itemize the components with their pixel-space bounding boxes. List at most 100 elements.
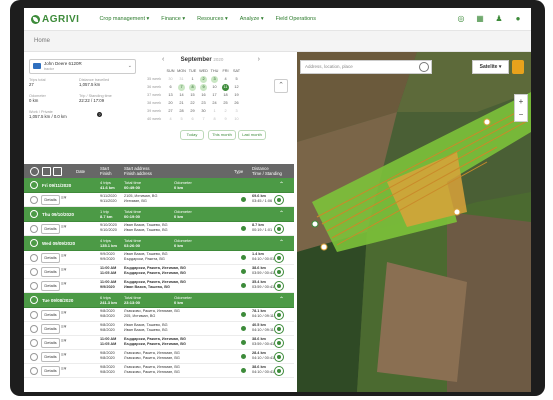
calendar-day[interactable]: 8 xyxy=(209,115,220,123)
calendar-day[interactable]: 4 xyxy=(220,75,231,83)
day-group-header[interactable]: Fri 09/11/2020 4 trips 41.6 km Total time 00… xyxy=(24,178,294,193)
menu-crop-management[interactable]: Crop management ▾ xyxy=(99,16,149,22)
calendar-day[interactable]: 5 xyxy=(176,115,187,123)
chevron-up-icon[interactable]: ⌃ xyxy=(279,210,284,217)
locate-on-map-icon[interactable] xyxy=(274,195,284,205)
table-row[interactable]: Details ≡▾ 11:00 AM 9/9/2020 Бърдарски, Раки… xyxy=(24,279,294,293)
calendar-icon[interactable]: ▦ xyxy=(475,13,485,23)
details-button[interactable]: Details xyxy=(41,267,60,277)
details-button[interactable]: Details xyxy=(41,310,60,320)
locate-on-map-icon[interactable] xyxy=(274,352,284,362)
download-icon[interactable] xyxy=(53,167,62,176)
row-checkbox[interactable] xyxy=(30,196,38,204)
chevron-up-icon[interactable]: ⌃ xyxy=(279,296,284,303)
row-menu-icon[interactable]: ≡▾ xyxy=(61,224,66,230)
calendar-day[interactable]: 30 xyxy=(198,107,209,115)
calendar-day[interactable]: 4 xyxy=(165,115,176,123)
table-row[interactable]: Details ≡▾ 11:00 AM 11:05 AM Бърдарски, Раки… xyxy=(24,265,294,279)
calendar-day[interactable]: 31 xyxy=(176,75,187,83)
locate-on-map-icon[interactable] xyxy=(274,366,284,376)
row-checkbox[interactable] xyxy=(30,268,38,276)
calendar-day[interactable]: 10 xyxy=(209,83,220,91)
logo[interactable]: AGRIVI xyxy=(31,14,79,25)
group-checkbox[interactable] xyxy=(30,296,38,304)
calendar-day[interactable]: 7 xyxy=(198,115,209,123)
row-menu-icon[interactable]: ≡▾ xyxy=(61,366,66,372)
locate-on-map-icon[interactable] xyxy=(274,253,284,263)
calendar-day[interactable]: 2 xyxy=(220,107,231,115)
group-checkbox[interactable] xyxy=(30,210,38,218)
locate-on-map-icon[interactable] xyxy=(274,324,284,334)
calendar-day[interactable]: 16 xyxy=(198,91,209,99)
locate-on-map-icon[interactable] xyxy=(274,310,284,320)
row-menu-icon[interactable]: ≡▾ xyxy=(61,310,66,316)
row-menu-icon[interactable]: ≡▾ xyxy=(61,352,66,358)
calendar-day[interactable]: 1 xyxy=(209,107,220,115)
details-button[interactable]: Details xyxy=(41,253,60,263)
calendar-day[interactable]: 6 xyxy=(187,115,198,123)
row-menu-icon[interactable]: ≡▾ xyxy=(61,267,66,273)
details-button[interactable]: Details xyxy=(41,195,60,205)
chevron-up-icon[interactable]: ⌃ xyxy=(279,181,284,188)
locate-on-map-icon[interactable] xyxy=(274,338,284,348)
calendar-day[interactable]: 9 xyxy=(198,83,209,91)
table-row[interactable]: Details ≡▾ 9/8/2020 9/8/2020 Лъвсково, Ракит… xyxy=(24,350,294,364)
map-layer-select[interactable]: Satelite ▾ xyxy=(472,60,509,74)
calendar-day[interactable]: 7 xyxy=(176,83,187,91)
calendar-day[interactable]: 11 xyxy=(220,83,231,91)
calendar-day[interactable]: 27 xyxy=(165,107,176,115)
zoom-out-button[interactable]: − xyxy=(515,108,527,121)
table-row[interactable]: Details ≡▾ 11:00 AM 11:05 AM Бърдарски, Раки… xyxy=(24,336,294,350)
today-button[interactable]: Today xyxy=(180,130,204,140)
row-checkbox[interactable] xyxy=(30,339,38,347)
details-button[interactable]: Details xyxy=(41,281,60,291)
calendar-day[interactable]: 30 xyxy=(165,75,176,83)
details-button[interactable]: Details xyxy=(41,224,60,234)
calendar-day[interactable]: 24 xyxy=(209,99,220,107)
table-row[interactable]: Details ≡▾ 9/8/2020 9/8/2020 Лъвсково, Ракит… xyxy=(24,308,294,322)
calendar-day[interactable]: 6 xyxy=(165,83,176,91)
row-checkbox[interactable] xyxy=(30,325,38,333)
calendar-day[interactable]: 17 xyxy=(209,91,220,99)
notification-icon[interactable]: ♟ xyxy=(494,13,504,23)
menu-resources[interactable]: Resources ▾ xyxy=(197,16,228,22)
calendar-day[interactable]: 14 xyxy=(176,91,187,99)
edit-icon[interactable] xyxy=(42,167,51,176)
support-icon[interactable]: ◎ xyxy=(456,13,466,23)
calendar-day[interactable]: 1 xyxy=(187,75,198,83)
calendar-day[interactable]: 3 xyxy=(231,107,242,115)
row-checkbox[interactable] xyxy=(30,254,38,262)
calendar-day[interactable]: 21 xyxy=(176,99,187,107)
row-checkbox[interactable] xyxy=(30,282,38,290)
select-all-checkbox[interactable] xyxy=(30,167,39,176)
map-view[interactable]: Address, location, place Satelite ▾ + − xyxy=(297,52,531,392)
calendar-day[interactable]: 29 xyxy=(187,107,198,115)
calendar-day[interactable]: 5 xyxy=(231,75,242,83)
search-icon[interactable] xyxy=(419,62,429,72)
calendar-day[interactable]: 10 xyxy=(231,115,242,123)
row-checkbox[interactable] xyxy=(30,367,38,375)
day-group-header[interactable]: Tue 09/08/2020 6 trips 241.3 km Total time 2… xyxy=(24,293,294,308)
details-button[interactable]: Details xyxy=(41,324,60,334)
calendar-day[interactable]: 19 xyxy=(231,91,242,99)
this-month-button[interactable]: This month xyxy=(208,130,236,140)
help-icon[interactable]: ? xyxy=(97,112,102,117)
day-group-header[interactable]: Thu 09/10/2020 1 trip 8.7 km Total time 00:1… xyxy=(24,207,294,222)
calendar-day[interactable]: 18 xyxy=(220,91,231,99)
locate-on-map-icon[interactable] xyxy=(274,224,284,234)
row-menu-icon[interactable]: ≡▾ xyxy=(61,281,66,287)
day-group-header[interactable]: Wed 09/09/2020 4 trips 135.1 km Total time 0… xyxy=(24,236,294,251)
calendar-day[interactable]: 13 xyxy=(165,91,176,99)
breadcrumb-home[interactable]: Home xyxy=(34,38,50,44)
chevron-right-icon[interactable]: › xyxy=(258,56,260,63)
calendar-day[interactable]: 23 xyxy=(198,99,209,107)
table-row[interactable]: Details ≡▾ 9/9/2020 9/9/2020 Иван Вазов, Таш… xyxy=(24,251,294,265)
calendar-day[interactable]: 2 xyxy=(198,75,209,83)
last-month-button[interactable]: Last month xyxy=(238,130,266,140)
row-menu-icon[interactable]: ≡▾ xyxy=(61,195,66,201)
calendar-day[interactable]: 22 xyxy=(187,99,198,107)
calendar-day[interactable]: 9 xyxy=(220,115,231,123)
zoom-in-button[interactable]: + xyxy=(515,95,527,108)
calendar-day[interactable]: 8 xyxy=(187,83,198,91)
locate-on-map-icon[interactable] xyxy=(274,281,284,291)
